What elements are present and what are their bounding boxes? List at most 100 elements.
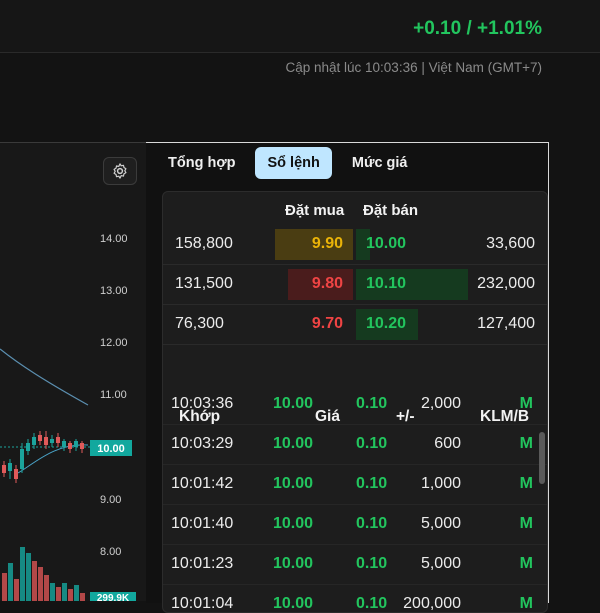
- bid-price: 9.80: [311, 275, 343, 292]
- volume-bar: [20, 547, 25, 601]
- order-book-row[interactable]: 131,500 9.80 10.10 232,000: [163, 265, 547, 305]
- candle-body: [32, 437, 36, 445]
- candle-body: [8, 463, 12, 471]
- volume-bar: [32, 561, 37, 601]
- trade-price: 10.00: [273, 475, 314, 492]
- candle-body: [44, 437, 48, 445]
- trade-volume: 5,000: [420, 555, 461, 572]
- trade-time: 10:01:40: [171, 515, 234, 532]
- candle-body: [80, 443, 84, 449]
- trade-time: 10:03:29: [171, 435, 234, 452]
- ask-price: 10.00: [366, 235, 407, 252]
- trade-side: M: [519, 395, 533, 412]
- candle-body: [14, 469, 18, 479]
- candle-body: [38, 435, 42, 441]
- bid-price: 9.90: [311, 235, 343, 252]
- tab-bar: Tổng hợp Sổ lệnh Mức giá: [156, 143, 419, 183]
- trade-row[interactable]: 10:03:36 10.00 0.10 2,000 M: [163, 385, 547, 425]
- trade-side: M: [519, 515, 533, 532]
- y-axis-label: 9.00: [100, 494, 121, 506]
- order-book-panel: Tổng hợp Sổ lệnh Mức giá Đặt mua Đặt bán…: [146, 142, 549, 613]
- trade-change: 0.10: [356, 435, 388, 452]
- trade-side: M: [519, 475, 533, 492]
- trade-change: 0.10: [356, 595, 388, 612]
- candle-body: [74, 441, 78, 447]
- trade-row[interactable]: 10:01:04 10.00 0.10 200,000 M: [163, 585, 547, 612]
- volume-bar: [2, 573, 7, 601]
- y-axis-label: 12.00: [100, 337, 128, 349]
- ask-price: 10.10: [366, 275, 407, 292]
- trade-side: M: [519, 435, 533, 452]
- trade-volume: 5,000: [420, 515, 461, 532]
- volume-bar: [44, 575, 49, 601]
- trade-price: 10.00: [273, 555, 314, 572]
- ask-header: Đặt bán: [363, 202, 419, 219]
- ma-line: [0, 348, 89, 406]
- trade-row[interactable]: 10:01:40 10.00 0.10 5,000 M: [163, 505, 547, 545]
- bid-header: Đặt mua: [285, 202, 345, 219]
- trade-side: M: [519, 555, 533, 572]
- trade-volume: 200,000: [403, 595, 461, 612]
- price-header: +0.10 / +1.01%: [0, 0, 600, 53]
- trade-row[interactable]: 10:01:23 10.00 0.10 5,000 M: [163, 545, 547, 585]
- candle-body: [62, 441, 66, 447]
- trade-price: 10.00: [273, 515, 314, 532]
- volume-bar: [14, 579, 19, 601]
- bid-volume: 76,300: [175, 315, 224, 332]
- trade-time: 10:03:36: [171, 395, 234, 412]
- candle-body: [26, 443, 30, 451]
- tab-overview[interactable]: Tổng hợp: [156, 147, 247, 179]
- volume-bar: [8, 563, 13, 601]
- trade-price: 10.00: [273, 435, 314, 452]
- volume-bar: [26, 553, 31, 601]
- update-time: Cập nhật lúc 10:03:36 | Việt Nam (GMT+7): [285, 60, 542, 75]
- chart-canvas: 14.0013.0012.0011.009.008.00 10.00 299.9…: [0, 233, 136, 601]
- trade-time: 10:01:04: [171, 595, 234, 612]
- candle-body: [2, 465, 6, 473]
- candle-body: [68, 443, 72, 449]
- tab-price-level[interactable]: Mức giá: [340, 147, 420, 179]
- volume-bars: [2, 547, 85, 601]
- trade-side: M: [519, 595, 533, 612]
- volume-bar: [56, 587, 61, 601]
- scrollbar-thumb[interactable]: [539, 432, 545, 484]
- trade-row[interactable]: 10:03:29 10.00 0.10 600 M: [163, 425, 547, 465]
- trade-change: 0.10: [356, 395, 388, 412]
- bid-volume: 158,800: [175, 235, 233, 252]
- y-axis-labels: 14.00 13.00 12.00 11.00 9.00 8.00: [100, 233, 128, 558]
- trade-row[interactable]: 10:01:42 10.00 0.10 1,000 M: [163, 465, 547, 505]
- gear-icon: [113, 163, 127, 179]
- y-axis-label: 8.00: [100, 546, 121, 558]
- trade-volume: 2,000: [420, 395, 461, 412]
- chart-settings-button[interactable]: [103, 157, 137, 185]
- trade-change: 0.10: [356, 475, 388, 492]
- volume-bar: [38, 567, 43, 601]
- trade-time: 10:01:23: [171, 555, 234, 572]
- trade-price: 10.00: [273, 395, 314, 412]
- order-book-row[interactable]: 76,300 9.70 10.20 127,400: [163, 305, 547, 345]
- ask-price: 10.20: [366, 315, 407, 332]
- trade-volume: 1,000: [420, 475, 461, 492]
- trade-change: 0.10: [356, 555, 388, 572]
- candle-body: [56, 437, 60, 443]
- candle-body: [50, 439, 54, 443]
- price-chart[interactable]: 14.00 13.00 12.00 11.00 9.00 8.00 10.00 299.9…: [0, 142, 146, 601]
- trade-price: 10.00: [273, 595, 314, 612]
- ask-volume: 127,400: [477, 315, 535, 332]
- bid-price: 9.70: [311, 315, 343, 332]
- volume-bar: [74, 585, 79, 601]
- tab-order-book[interactable]: Sổ lệnh: [255, 147, 332, 179]
- ask-volume: 33,600: [486, 235, 535, 252]
- last-price-label: 10.00: [97, 443, 125, 455]
- y-axis-label: 14.00: [100, 233, 128, 245]
- candle-body: [20, 449, 24, 469]
- y-axis-label: 11.00: [100, 389, 127, 401]
- order-book-table: Đặt mua Đặt bán 158,800 9.90 10.00 33,60…: [162, 191, 548, 613]
- price-change: +0.10 / +1.01%: [413, 18, 542, 39]
- volume-bar: [68, 589, 73, 601]
- volume-bar: [62, 583, 67, 601]
- trade-volume: 600: [434, 435, 461, 452]
- order-book-row[interactable]: 158,800 9.90 10.00 33,600: [163, 225, 547, 265]
- trade-time: 10:01:42: [171, 475, 234, 492]
- ask-volume: 232,000: [477, 275, 535, 292]
